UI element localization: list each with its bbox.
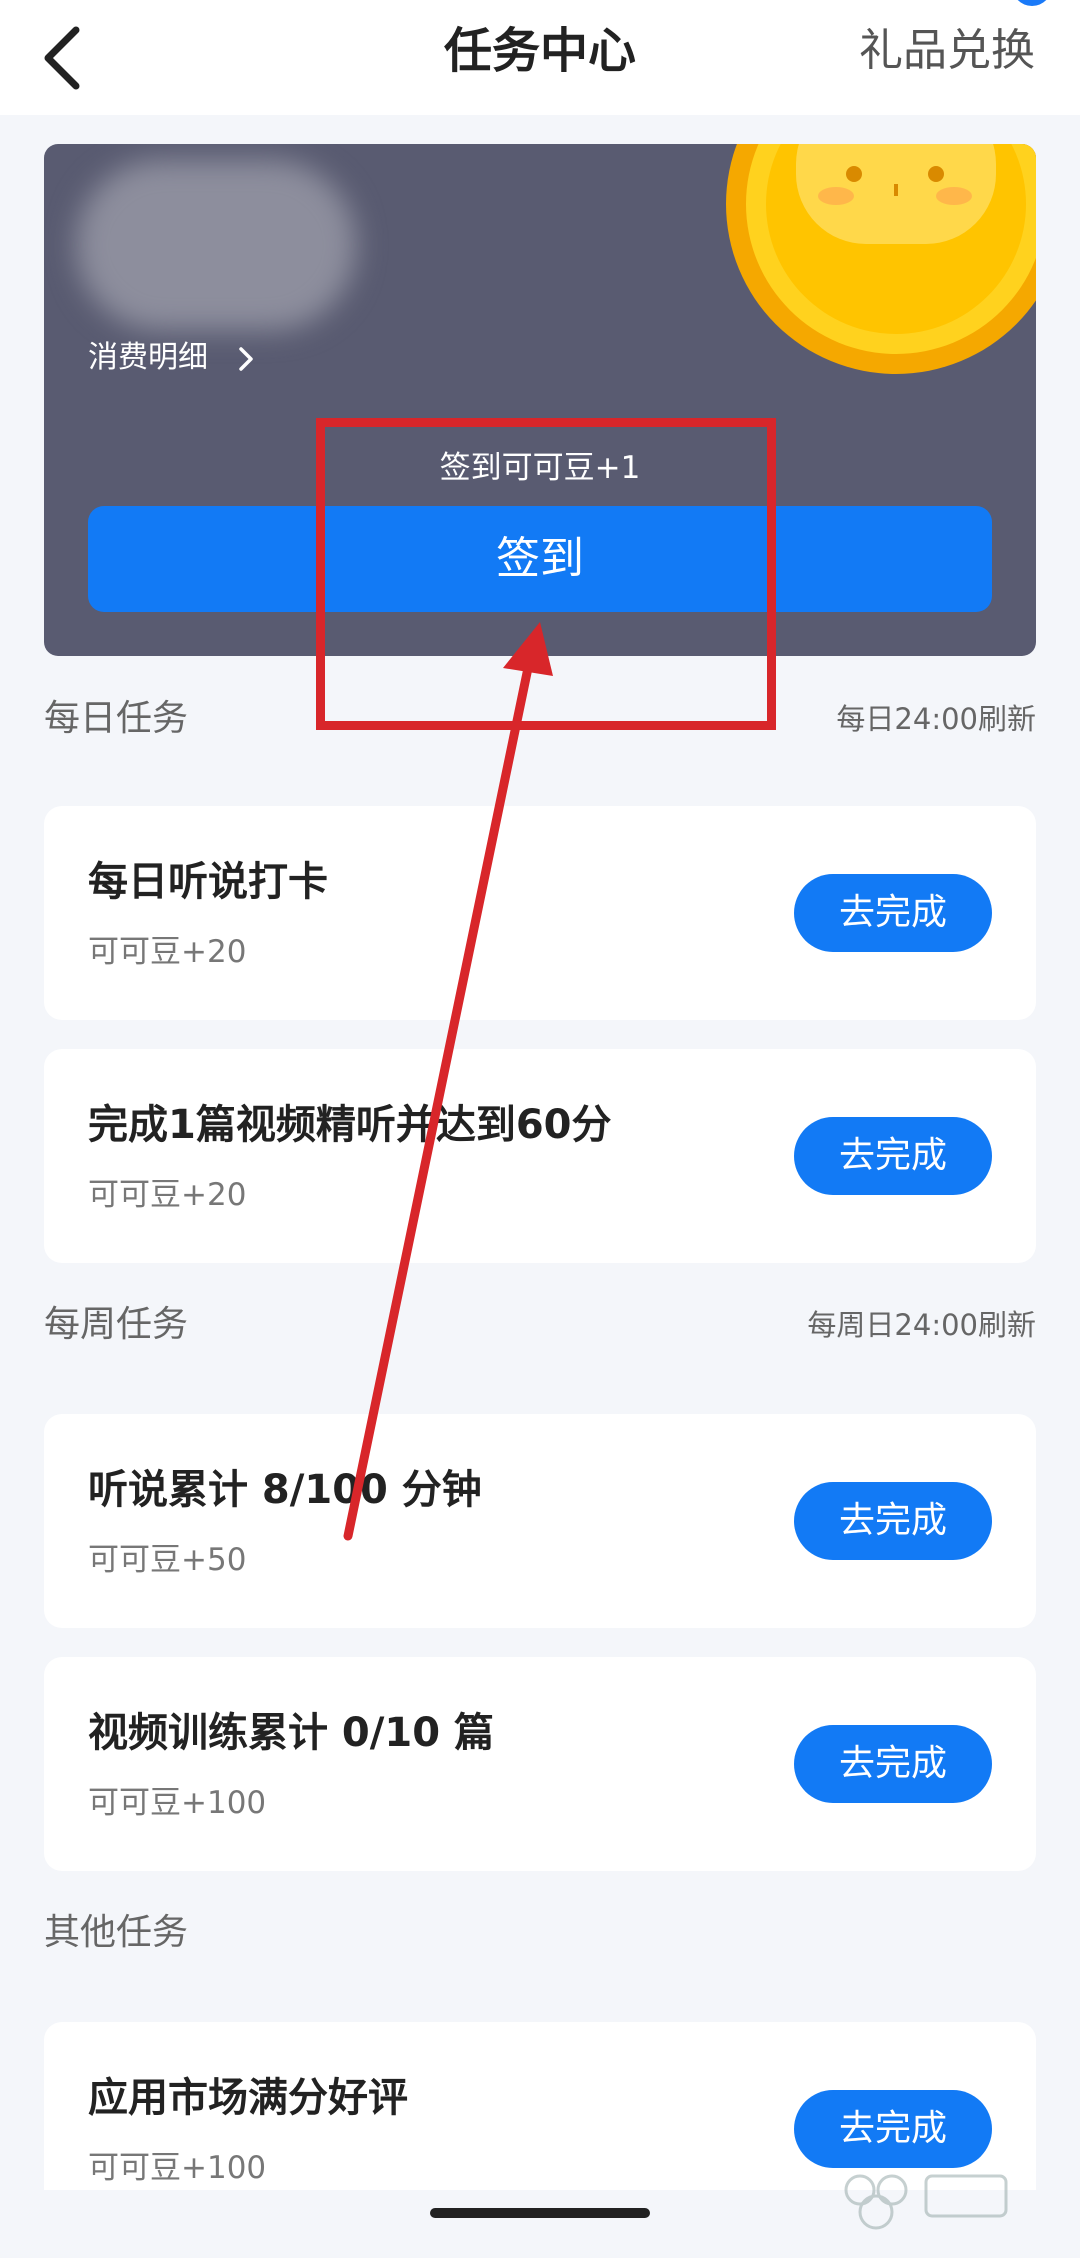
go-complete-button[interactable]: 去完成 bbox=[794, 874, 992, 952]
daily-refresh-note: 每日24:00刷新 bbox=[836, 702, 1036, 736]
section-title-weekly: 每周任务 bbox=[44, 1304, 189, 1345]
go-complete-button[interactable]: 去完成 bbox=[794, 1482, 992, 1560]
consumption-detail-label: 消费明细 bbox=[88, 340, 208, 375]
task-reward: 可可豆+20 bbox=[88, 934, 247, 970]
task-card: 听说累计 8/100 分钟 可可豆+50 去完成 bbox=[44, 1414, 1036, 1628]
task-name: 每日听说打卡 bbox=[88, 859, 328, 905]
watermark-logo bbox=[844, 2174, 1008, 2230]
task-reward: 可可豆+20 bbox=[88, 1177, 247, 1213]
task-reward: 可可豆+100 bbox=[88, 2150, 267, 2186]
section-title-daily: 每日任务 bbox=[44, 698, 189, 739]
task-reward: 可可豆+100 bbox=[88, 1785, 267, 1821]
task-name: 应用市场满分好评 bbox=[88, 2075, 408, 2121]
notification-dot bbox=[1012, 0, 1052, 6]
gift-exchange-link[interactable]: 礼品兑换 bbox=[859, 20, 1035, 82]
task-card: 视频训练累计 0/10 篇 可可豆+100 去完成 bbox=[44, 1657, 1036, 1871]
coin-mascot-icon bbox=[726, 144, 1036, 374]
blurred-balance bbox=[76, 160, 356, 330]
go-complete-button[interactable]: 去完成 bbox=[794, 1117, 992, 1195]
consumption-detail-link[interactable]: 消费明细 bbox=[88, 336, 256, 380]
go-complete-button[interactable]: 去完成 bbox=[794, 1725, 992, 1803]
top-nav-bar: 任务中心 礼品兑换 bbox=[0, 0, 1080, 115]
annotation-highlight-box bbox=[316, 418, 776, 730]
task-card: 完成1篇视频精听并达到60分 可可豆+20 去完成 bbox=[44, 1049, 1036, 1263]
task-card: 每日听说打卡 可可豆+20 去完成 bbox=[44, 806, 1036, 1020]
weekly-refresh-note: 每周日24:00刷新 bbox=[807, 1308, 1036, 1342]
home-indicator[interactable] bbox=[430, 2208, 650, 2218]
section-title-other: 其他任务 bbox=[44, 1912, 189, 1953]
task-name: 听说累计 8/100 分钟 bbox=[88, 1467, 482, 1513]
task-reward: 可可豆+50 bbox=[88, 1542, 247, 1578]
chevron-right-icon bbox=[238, 346, 253, 371]
task-name: 视频训练累计 0/10 篇 bbox=[88, 1710, 494, 1756]
task-name: 完成1篇视频精听并达到60分 bbox=[88, 1102, 612, 1148]
